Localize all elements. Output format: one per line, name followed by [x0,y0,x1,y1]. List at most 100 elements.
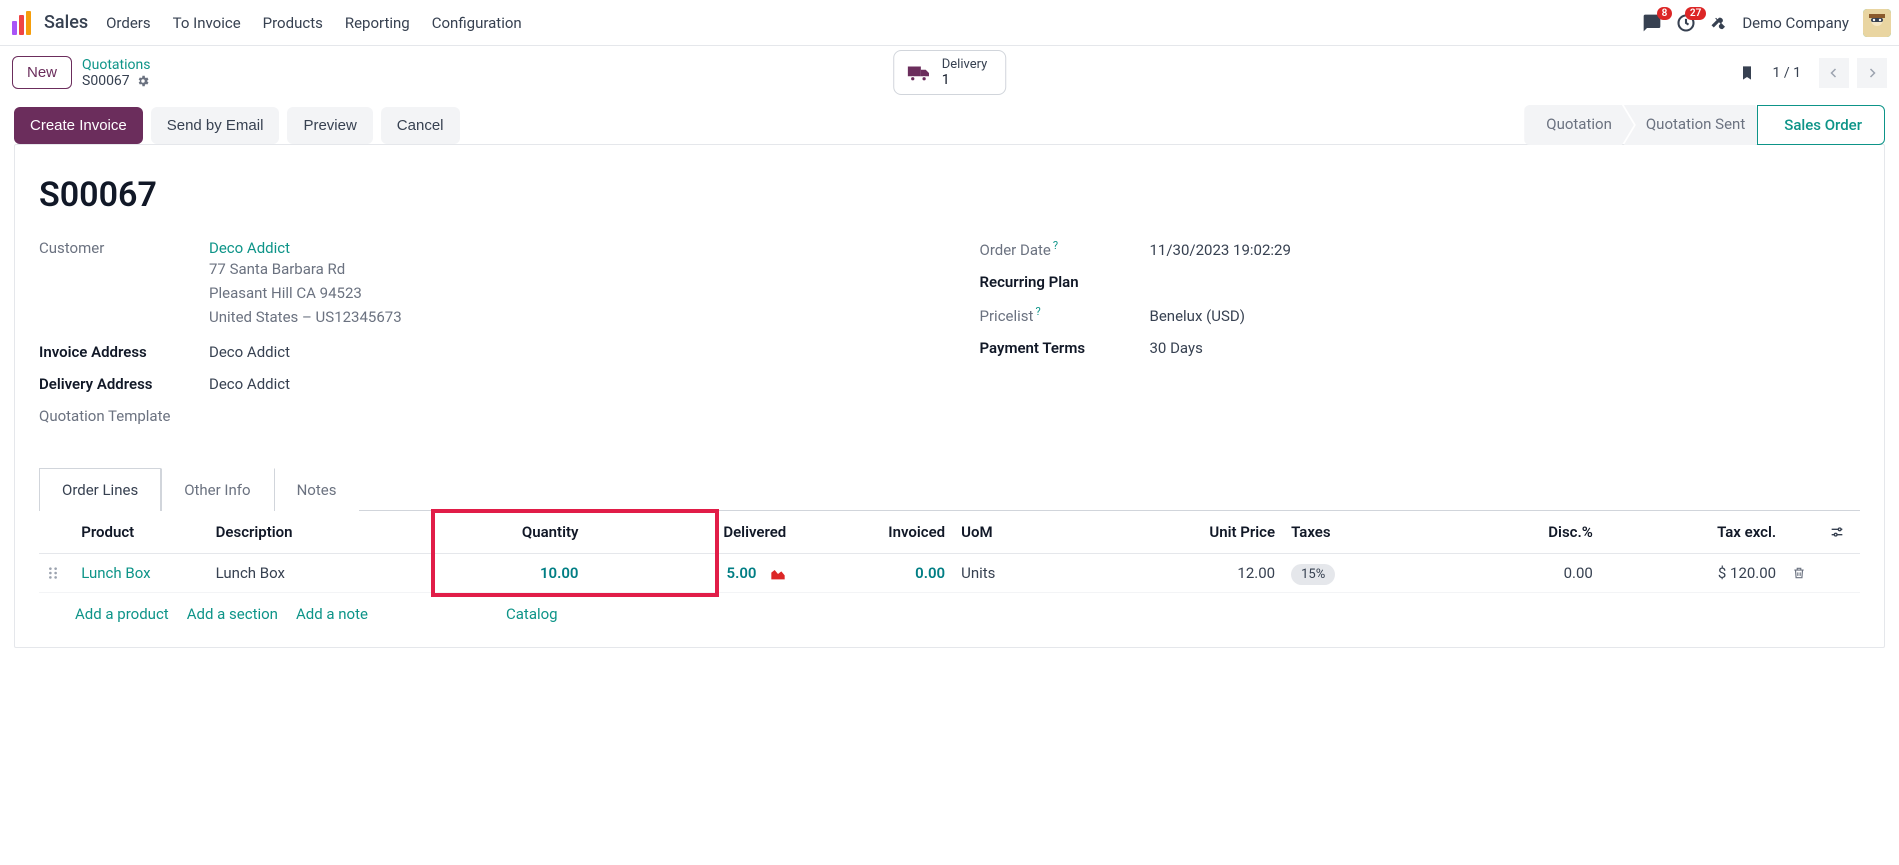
form-sheet: S00067 Customer Deco Addict 77 Santa Bar… [14,144,1885,648]
create-invoice-button[interactable]: Create Invoice [14,107,143,144]
line-tax-pill[interactable]: 15% [1291,564,1335,585]
tab-notes[interactable]: Notes [274,468,360,511]
help-icon[interactable]: ? [1053,239,1058,252]
recurring-plan-label: Recurring Plan [980,273,1150,291]
help-icon[interactable]: ? [1035,305,1040,318]
col-description[interactable]: Description [208,511,452,554]
user-avatar[interactable] [1863,9,1891,37]
col-quantity[interactable]: Quantity [452,511,586,554]
line-description[interactable]: Lunch Box [208,554,452,593]
status-sales-order[interactable]: Sales Order [1757,105,1885,145]
new-button[interactable]: New [12,56,72,89]
delivery-smart-button[interactable]: Delivery 1 [893,50,1007,95]
address-line-1: 77 Santa Barbara Rd [209,257,920,281]
delivery-address-value[interactable]: Deco Addict [209,375,920,393]
tab-other-info[interactable]: Other Info [161,468,273,511]
order-line-row[interactable]: Lunch Box Lunch Box 10.00 5.00 0.00 Unit… [39,554,1860,593]
col-taxes[interactable]: Taxes [1283,511,1393,554]
preview-button[interactable]: Preview [287,107,372,144]
quotation-template-label: Quotation Template [39,407,209,425]
bookmark-button[interactable] [1739,64,1755,82]
chevron-left-icon [1828,67,1840,79]
columns-config-button[interactable] [1829,524,1852,540]
customer-link[interactable]: Deco Addict [209,239,290,257]
drag-icon [47,566,59,580]
app-name[interactable]: Sales [44,12,88,33]
form-left-column: Customer Deco Addict 77 Santa Barbara Rd… [39,239,920,439]
status-bar: Quotation Quotation Sent Sales Order [1524,105,1885,145]
cancel-button[interactable]: Cancel [381,107,460,144]
pager-prev-button[interactable] [1819,58,1849,88]
nav-products[interactable]: Products [263,14,323,32]
company-selector[interactable]: Demo Company [1742,14,1849,32]
activities-badge: 27 [1685,7,1706,20]
debug-button[interactable] [1710,14,1728,32]
order-lines-table: Product Description Quantity Delivered I… [39,511,1860,593]
status-quotation-sent[interactable]: Quotation Sent [1624,105,1767,145]
line-product[interactable]: Lunch Box [81,564,150,582]
pricelist-label: Pricelist? [980,305,1150,325]
col-invoiced[interactable]: Invoiced [794,511,953,554]
gear-icon [136,74,150,88]
app-logo-icon [12,11,36,35]
col-product[interactable]: Product [73,511,207,554]
order-lines-panel: Product Description Quantity Delivered I… [39,511,1860,593]
tab-order-lines[interactable]: Order Lines [39,468,161,511]
form-right-column: Order Date? 11/30/2023 19:02:29 Recurrin… [980,239,1861,439]
messages-badge: 8 [1657,7,1673,20]
truck-icon [906,63,932,83]
top-nav: Sales Orders To Invoice Products Reporti… [0,0,1899,46]
forecast-button[interactable] [770,567,786,581]
status-quotation[interactable]: Quotation [1524,105,1634,145]
breadcrumb-current: S00067 [82,73,130,89]
breadcrumb-parent[interactable]: Quotations [82,57,150,73]
messages-button[interactable]: 8 [1642,13,1662,33]
activities-button[interactable]: 27 [1676,13,1696,33]
avatar-icon [1863,9,1891,37]
add-line-controls: Add a product Add a section Add a note C… [39,593,1860,635]
delete-line-button[interactable] [1784,554,1821,593]
pager-text[interactable]: 1 / 1 [1773,65,1801,81]
payment-terms-label: Payment Terms [980,339,1150,357]
send-email-button[interactable]: Send by Email [151,107,280,144]
nav-configuration[interactable]: Configuration [432,14,522,32]
drag-handle[interactable] [39,554,73,593]
nav-orders[interactable]: Orders [106,14,151,32]
col-delivered[interactable]: Delivered [586,511,794,554]
line-invoiced[interactable]: 0.00 [915,564,945,582]
add-section-link[interactable]: Add a section [187,605,278,623]
add-product-link[interactable]: Add a product [75,605,169,623]
line-tax-excl: $ 120.00 [1601,554,1784,593]
catalog-link[interactable]: Catalog [506,605,558,623]
invoice-address-value[interactable]: Deco Addict [209,343,920,361]
nav-to-invoice[interactable]: To Invoice [173,14,241,32]
customer-label: Customer [39,239,209,257]
delivery-count: 1 [942,72,988,88]
tools-icon [1710,14,1728,32]
col-unit-price[interactable]: Unit Price [1063,511,1283,554]
col-tax-excl[interactable]: Tax excl. [1601,511,1784,554]
action-bar: Create Invoice Send by Email Preview Can… [0,105,1899,145]
nav-reporting[interactable]: Reporting [345,14,410,32]
nav-links: Orders To Invoice Products Reporting Con… [106,14,522,32]
line-disc[interactable]: 0.00 [1393,554,1601,593]
pricelist-value[interactable]: Benelux (USD) [1150,307,1861,325]
area-chart-icon [770,567,786,581]
add-note-link[interactable]: Add a note [296,605,368,623]
gear-button[interactable] [136,74,150,88]
col-uom[interactable]: UoM [953,511,1063,554]
line-uom[interactable]: Units [953,554,1063,593]
order-date-value[interactable]: 11/30/2023 19:02:29 [1150,241,1861,259]
tabs: Order Lines Other Info Notes [39,467,1860,511]
line-quantity[interactable]: 10.00 [540,564,579,582]
trash-icon [1792,565,1806,581]
breadcrumb: Quotations S00067 [82,57,150,89]
order-date-label: Order Date? [980,239,1150,259]
sliders-icon [1829,524,1845,540]
line-unit-price[interactable]: 12.00 [1063,554,1283,593]
line-delivered[interactable]: 5.00 [727,564,757,582]
pager-next-button[interactable] [1857,58,1887,88]
col-disc[interactable]: Disc.% [1393,511,1601,554]
control-bar: New Quotations S00067 Delivery 1 1 / 1 [0,46,1899,99]
payment-terms-value[interactable]: 30 Days [1150,339,1861,357]
